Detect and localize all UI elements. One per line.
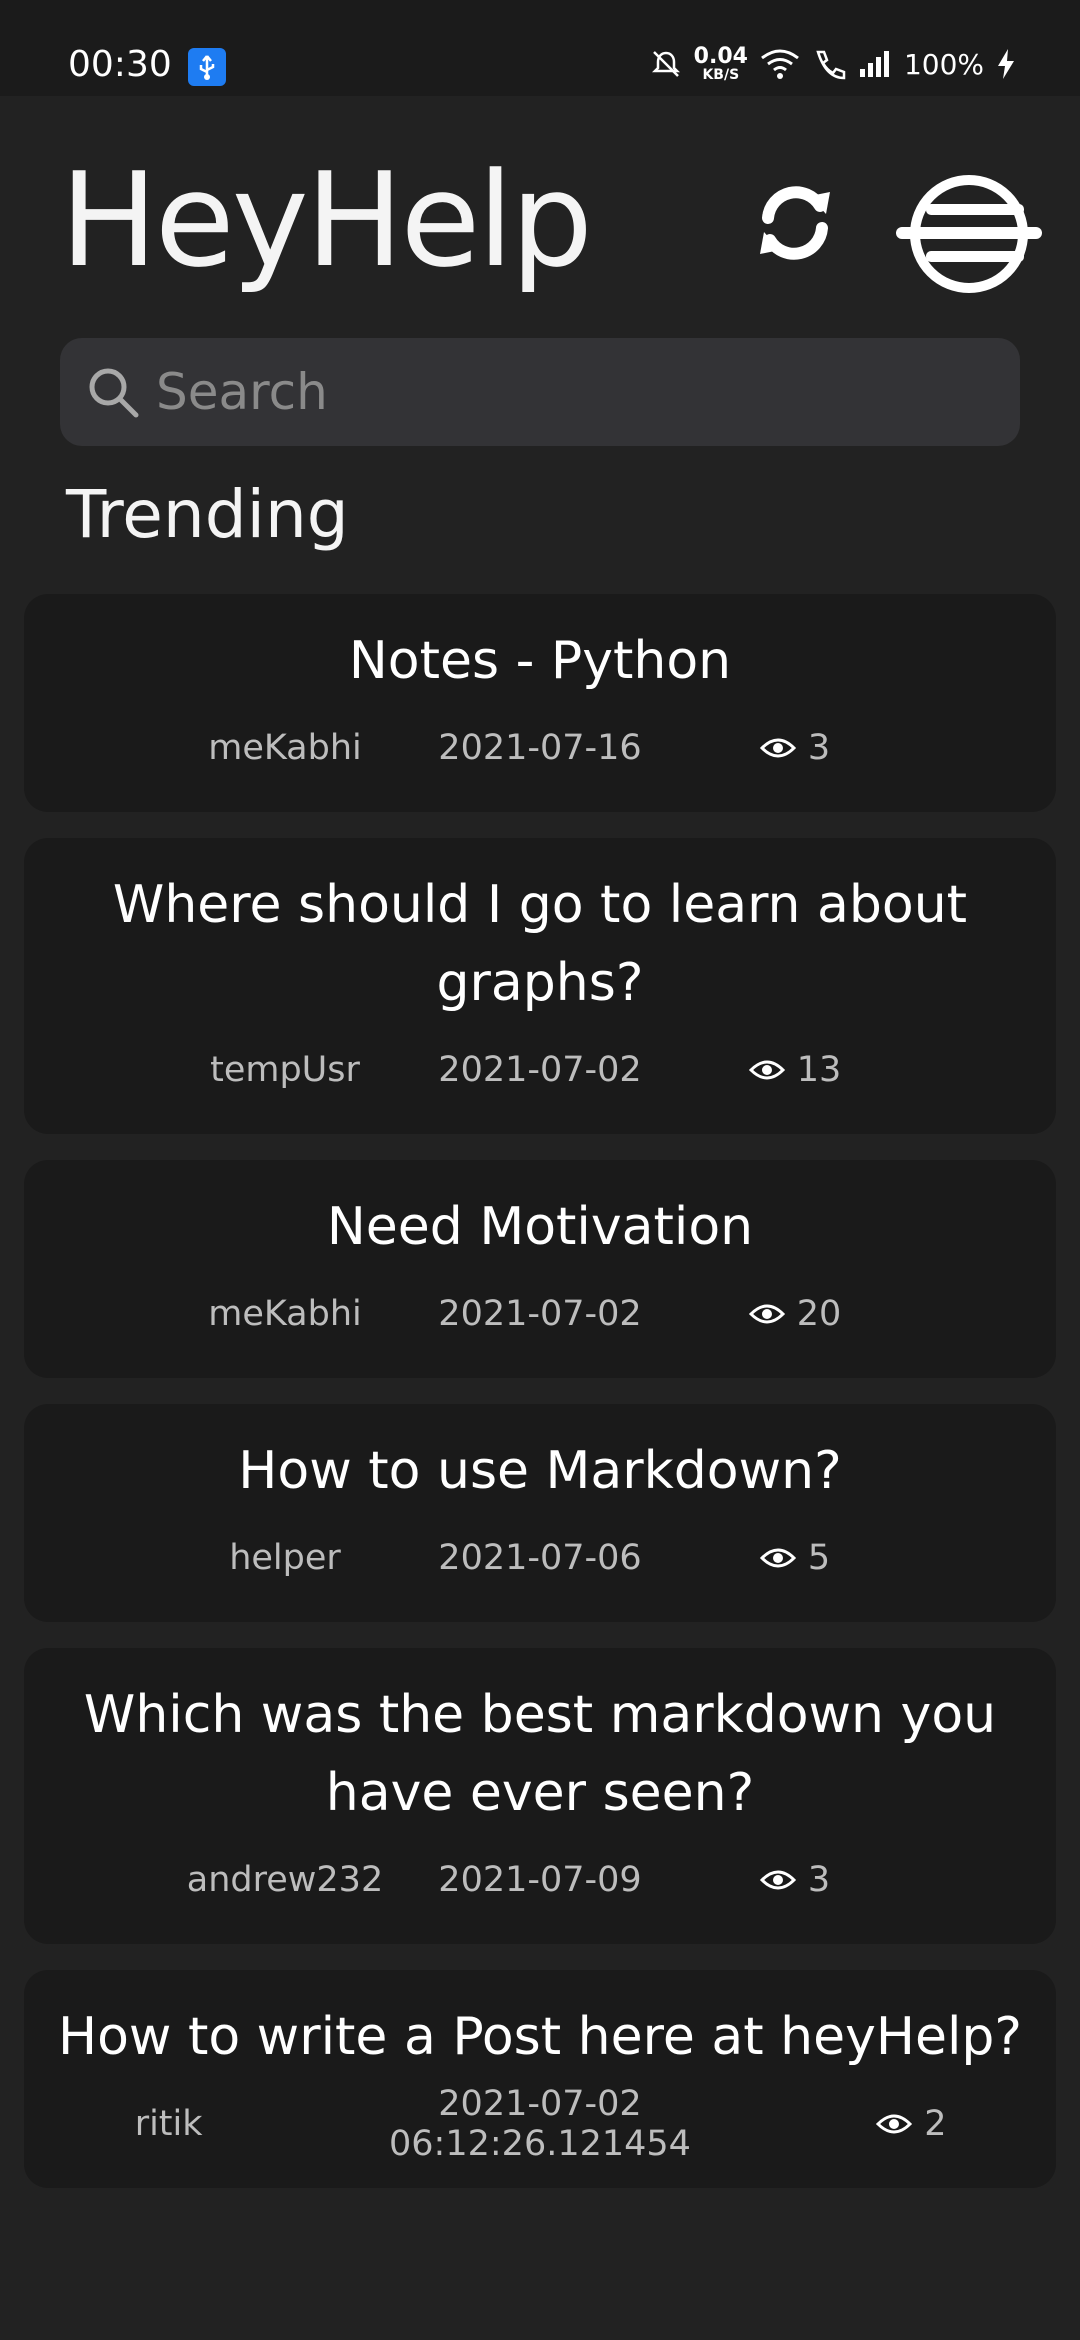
net-speed: 0.04 KB/S — [693, 44, 748, 83]
post-meta: andrew232 2021-07-09 3 — [54, 1848, 1026, 1912]
post-title: Need Motivation — [326, 1197, 754, 1257]
post-card[interactable]: Where should I go to learn about graphs?… — [24, 838, 1056, 1134]
post-card[interactable]: How to use Markdown? helper 2021-07-06 5 — [24, 1404, 1056, 1622]
post-title: Where should I go to learn about graphs? — [112, 875, 968, 1013]
status-bar: 00:30 0.04 KB/S 100% — [0, 0, 1080, 96]
post-date: 2021-07-02 — [438, 1050, 642, 1090]
eye-icon — [759, 1548, 796, 1568]
post-card[interactable]: Need Motivation meKabhi 2021-07-02 20 — [24, 1160, 1056, 1378]
battery-text: 100% — [903, 47, 984, 81]
post-author: andrew232 — [186, 1860, 384, 1900]
post-date: 2021-07-02 — [438, 1294, 642, 1334]
eye-icon — [759, 1870, 796, 1890]
post-views: 13 — [670, 1050, 920, 1090]
post-author: ritik — [134, 2104, 203, 2144]
post-views: 3 — [670, 1860, 920, 1900]
eye-icon — [748, 1304, 785, 1324]
post-author: meKabhi — [208, 1294, 362, 1334]
post-card[interactable]: Which was the best markdown you have eve… — [24, 1648, 1056, 1944]
eye-icon — [748, 1060, 785, 1080]
search-bar[interactable] — [60, 338, 1020, 446]
post-views-count: 20 — [796, 1294, 842, 1334]
post-views: 20 — [670, 1294, 920, 1334]
net-speed-value: 0.04 — [693, 44, 748, 69]
post-views-count: 3 — [807, 728, 831, 768]
post-views: 3 — [670, 728, 920, 768]
post-author: helper — [229, 1538, 341, 1578]
post-date: 2021-07-06 — [438, 1538, 642, 1578]
post-meta: tempUsr 2021-07-02 13 — [54, 1038, 1026, 1102]
post-title: How to use Markdown? — [238, 1441, 842, 1501]
post-views: 5 — [670, 1538, 920, 1578]
post-author: tempUsr — [210, 1050, 360, 1090]
search-input[interactable] — [154, 362, 974, 422]
post-card[interactable]: Notes - Python meKabhi 2021-07-16 3 — [24, 594, 1056, 812]
post-views: 2 — [797, 2104, 1026, 2144]
mute-icon — [651, 51, 680, 77]
post-title: How to write a Post here at heyHelp? — [57, 2007, 1023, 2067]
search-icon — [89, 368, 139, 418]
post-views-count: 13 — [796, 1050, 842, 1090]
call-icon — [816, 50, 846, 80]
post-views-count: 3 — [807, 1860, 831, 1900]
menu-logo-icon — [896, 175, 1042, 293]
post-author: meKabhi — [208, 728, 362, 768]
post-meta: meKabhi 2021-07-16 3 — [54, 716, 1026, 780]
post-meta: helper 2021-07-06 5 — [54, 1526, 1026, 1590]
wifi-icon — [761, 49, 799, 79]
eye-icon — [759, 738, 796, 758]
net-speed-unit: KB/S — [702, 67, 740, 83]
post-views-count: 5 — [807, 1538, 831, 1578]
charging-icon — [998, 49, 1014, 79]
section-title: Trending — [66, 476, 349, 553]
post-views-count: 2 — [924, 2104, 947, 2144]
post-date: 2021-07-09 — [438, 1860, 642, 1900]
refresh-icon — [760, 186, 830, 260]
post-meta: meKabhi 2021-07-02 20 — [54, 1282, 1026, 1346]
status-time: 00:30 — [68, 44, 172, 85]
post-card[interactable]: How to write a Post here at heyHelp? rit… — [24, 1970, 1056, 2188]
usb-icon — [188, 48, 226, 86]
post-date: 2021-07-16 — [438, 728, 642, 768]
post-title: Which was the best markdown you have eve… — [83, 1685, 997, 1823]
eye-icon — [876, 2114, 913, 2134]
post-meta: ritik 2021-07-02 06:12:26.121454 2 — [54, 2084, 1026, 2164]
menu-button[interactable] — [892, 172, 1046, 296]
refresh-button[interactable] — [752, 180, 838, 266]
post-date: 2021-07-02 06:12:26.121454 — [389, 2084, 691, 2164]
signal-icon — [859, 51, 889, 77]
app-title: HeyHelp — [60, 144, 593, 296]
status-right-group: 0.04 KB/S 100% — [650, 44, 1016, 84]
post-title: Notes - Python — [348, 631, 732, 691]
post-list: Notes - Python meKabhi 2021-07-16 3 Wher… — [24, 594, 1056, 2214]
